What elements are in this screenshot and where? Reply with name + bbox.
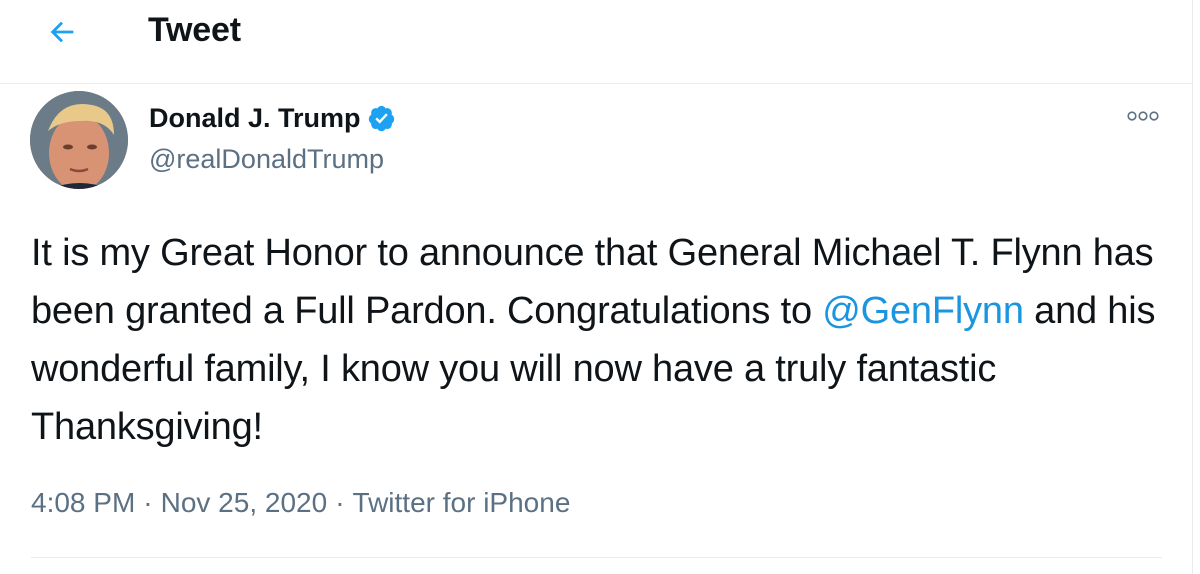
- tweet-meta: 4:08 PM · Nov 25, 2020 · Twitter for iPh…: [31, 487, 570, 519]
- avatar[interactable]: [30, 91, 128, 189]
- tweet-date[interactable]: Nov 25, 2020: [161, 487, 328, 519]
- mention-link[interactable]: @GenFlynn: [822, 290, 1024, 332]
- tweet-text: It is my Great Honor to announce that Ge…: [31, 224, 1171, 456]
- tweet-page: Tweet Donald J. Trump @realDonaldTrump I…: [0, 0, 1200, 574]
- tweet-source[interactable]: Twitter for iPhone: [353, 487, 571, 519]
- profile-photo: [30, 91, 128, 189]
- arrow-left-icon: [45, 15, 79, 54]
- column-divider: [1192, 0, 1193, 574]
- back-button[interactable]: [36, 12, 88, 56]
- more-options-button[interactable]: [1120, 104, 1166, 132]
- page-title: Tweet: [148, 11, 241, 49]
- author-name[interactable]: Donald J. Trump: [149, 103, 396, 134]
- meta-separator: ·: [335, 487, 345, 518]
- divider: [31, 557, 1162, 558]
- meta-separator: ·: [143, 487, 153, 518]
- verified-badge-icon: [367, 104, 396, 133]
- author-handle[interactable]: @realDonaldTrump: [149, 144, 384, 175]
- tweet-time[interactable]: 4:08 PM: [31, 487, 135, 519]
- page-header: Tweet: [0, 0, 1192, 84]
- more-options-icon: [1126, 109, 1160, 127]
- author-name-text: Donald J. Trump: [149, 103, 361, 133]
